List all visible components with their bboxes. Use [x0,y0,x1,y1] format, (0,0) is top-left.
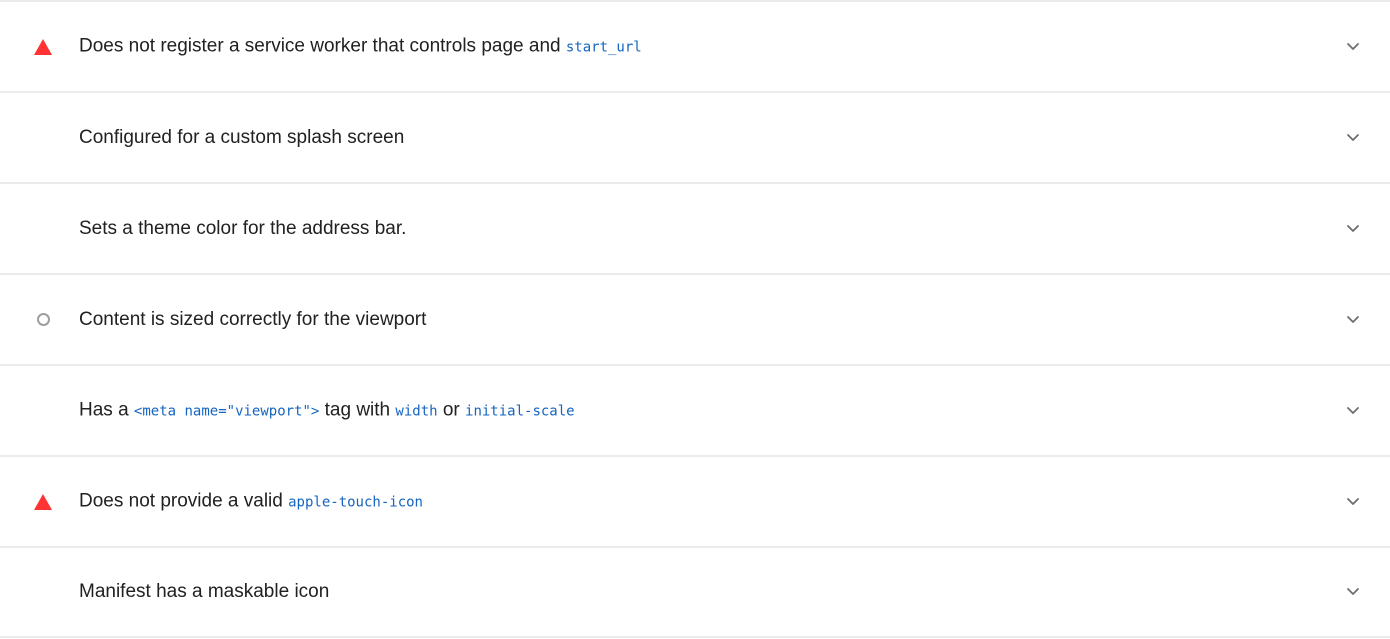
status-slot [34,583,52,601]
audit-title: Does not register a service worker that … [79,34,642,59]
audit-title-text: Sets a theme color for the address bar. [79,217,407,239]
audit-title: Content is sized correctly for the viewp… [79,308,426,332]
audit-title: Configured for a custom splash screen [79,126,404,150]
audit-title: Sets a theme color for the address bar. [79,217,406,241]
audit-title-code: initial-scale [465,403,575,419]
status-slot [34,311,52,329]
status-slot [34,493,52,511]
chevron-down-icon[interactable] [1346,315,1360,329]
warning-triangle-icon [34,38,52,55]
status-slot [34,220,52,238]
audit-title-code: <meta name="viewport"> [133,403,320,419]
chevron-down-icon[interactable] [1346,406,1360,420]
empty-circle-icon [36,313,50,326]
chevron-down-icon[interactable] [1346,587,1360,601]
audit-title-text: Does not provide a valid [79,490,289,511]
audit-title-text: tag with [319,399,396,420]
audit-title-text: Configured for a custom splash screen [79,126,405,148]
chevron-down-icon[interactable] [1346,42,1360,56]
chevron-down-icon[interactable] [1346,224,1360,238]
audit-row[interactable]: Does not provide a valid apple-touch-ico… [0,457,1390,548]
audit-title-text: Manifest has a maskable icon [79,581,330,602]
audit-title-text: Does not register a service worker that … [79,35,566,56]
audit-title: Manifest has a maskable icon [79,580,329,604]
audit-row[interactable]: Content is sized correctly for the viewp… [0,275,1390,366]
audit-row[interactable]: Manifest has a maskable icon [0,548,1390,638]
audit-row[interactable]: Has a <meta name="viewport"> tag with wi… [0,366,1390,457]
audit-title-text: or [437,399,466,420]
audit-title-text: Has a [79,399,134,420]
warning-triangle-icon [34,493,52,510]
status-slot [34,129,52,147]
audit-title-code: width [395,403,438,419]
audit-row[interactable]: Does not register a service worker that … [0,2,1390,93]
audit-list: Does not register a service worker that … [0,0,1390,639]
chevron-down-icon[interactable] [1346,497,1360,511]
audit-title: Has a <meta name="viewport"> tag with wi… [79,398,575,423]
audit-row[interactable]: Configured for a custom splash screen [0,93,1390,184]
status-slot [34,38,52,56]
audit-row[interactable]: Sets a theme color for the address bar. [0,184,1390,275]
audit-title-code: apple-touch-icon [288,494,423,510]
audit-title-code: start_url [565,39,642,55]
status-slot [34,402,52,420]
audit-title: Does not provide a valid apple-touch-ico… [79,489,423,514]
chevron-down-icon[interactable] [1346,133,1360,147]
audit-title-text: Content is sized correctly for the viewp… [79,308,427,330]
